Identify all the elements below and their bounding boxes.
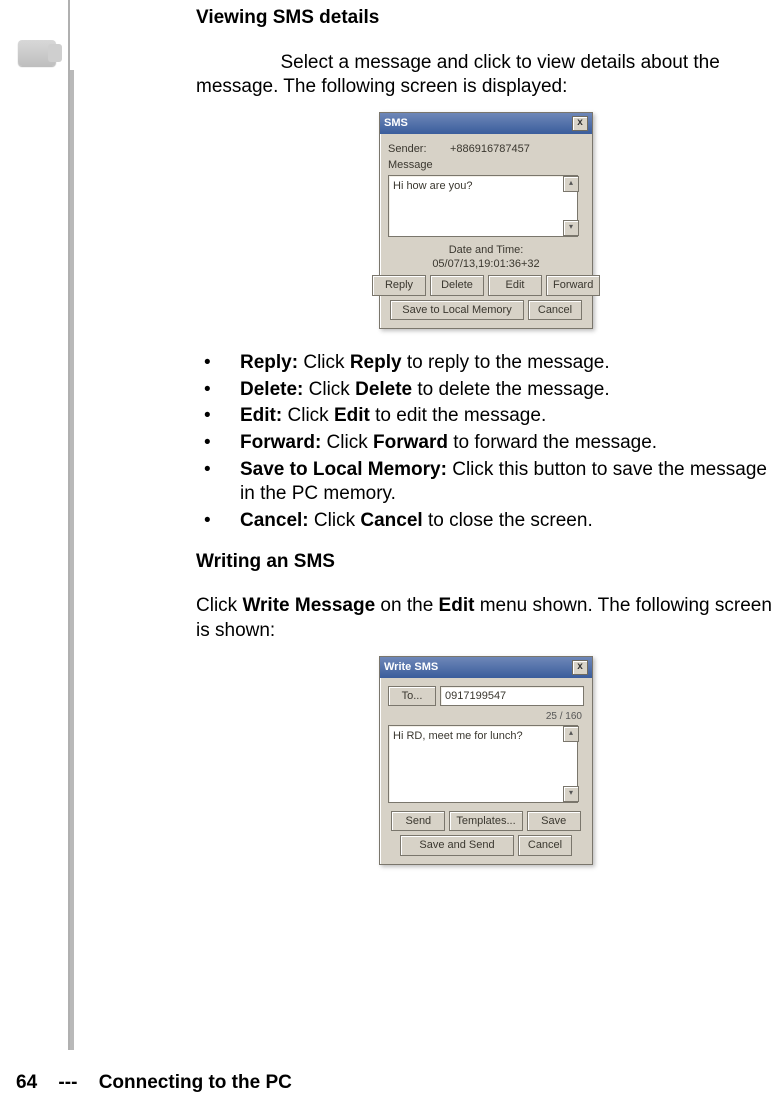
list-item-label: Cancel:	[240, 510, 309, 531]
reply-button[interactable]: Reply	[372, 275, 426, 295]
save-local-button[interactable]: Save to Local Memory	[390, 300, 524, 320]
bullet-icon: •	[204, 404, 211, 429]
write-sms-title: Write SMS	[384, 660, 438, 674]
page-left-margin	[0, 0, 70, 1050]
forward-button[interactable]: Forward	[546, 275, 600, 295]
page-gutter	[70, 0, 106, 1050]
heading-viewing-sms: Viewing SMS details	[196, 6, 776, 31]
message-label: Message	[388, 158, 450, 172]
list-item: •Cancel: Click Cancel to close the scree…	[196, 509, 776, 534]
cancel-button[interactable]: Cancel	[518, 835, 572, 855]
to-input[interactable]: 0917199547	[440, 686, 584, 706]
list-item-label: Delete:	[240, 379, 303, 400]
scroll-down-icon[interactable]: ▾	[563, 220, 579, 236]
list-item: •Save to Local Memory: Click this button…	[196, 458, 776, 507]
figure-write-sms: Write SMS x To... 0917199547 25 / 160 Hi…	[196, 650, 776, 879]
scroll-up-icon[interactable]: ▴	[563, 176, 579, 192]
chapter-title: Connecting to the PC	[99, 1072, 292, 1093]
message-text: Hi how are you?	[393, 180, 473, 192]
list-item: •Forward: Click Forward to forward the m…	[196, 431, 776, 456]
footer-separator: ---	[58, 1072, 77, 1094]
write-sms-titlebar: Write SMS x	[380, 657, 592, 678]
write-sms-window: Write SMS x To... 0917199547 25 / 160 Hi…	[379, 656, 593, 865]
sms-details-window: SMS x Sender: +886916787457 Message Hi h…	[379, 112, 593, 329]
page-number: 64	[16, 1072, 37, 1093]
bullet-icon: •	[204, 509, 211, 534]
heading-writing-sms: Writing an SMS	[196, 550, 776, 575]
sms-body-text: Hi RD, meet me for lunch?	[393, 730, 523, 742]
paragraph-viewing-intro-text: Select a message and click to view detai…	[196, 51, 776, 100]
list-item: •Reply: Click Reply to reply to the mess…	[196, 351, 776, 376]
list-item-label: Save to Local Memory:	[240, 459, 447, 480]
sms-details-titlebar: SMS x	[380, 113, 592, 134]
send-button[interactable]: Send	[391, 811, 445, 831]
close-icon[interactable]: x	[572, 116, 588, 131]
scroll-up-icon[interactable]: ▴	[563, 726, 579, 742]
datetime-label: Date and Time:	[388, 243, 584, 257]
message-textarea[interactable]: Hi how are you? ▴ ▾	[388, 175, 578, 237]
char-counter: 25 / 160	[388, 710, 582, 723]
bullet-icon: •	[204, 431, 211, 456]
close-icon[interactable]: x	[572, 660, 588, 675]
sms-actions-list: •Reply: Click Reply to reply to the mess…	[196, 351, 776, 534]
to-button[interactable]: To...	[388, 686, 436, 706]
sender-label: Sender:	[388, 142, 450, 156]
page-footer: 64 --- Connecting to the PC	[16, 1072, 292, 1094]
edit-button[interactable]: Edit	[488, 275, 542, 295]
list-item-label: Edit:	[240, 405, 282, 426]
save-button[interactable]: Save	[527, 811, 581, 831]
list-item-label: Reply:	[240, 352, 298, 373]
bullet-icon: •	[204, 351, 211, 376]
sms-details-title: SMS	[384, 116, 408, 130]
sms-body-textarea[interactable]: Hi RD, meet me for lunch? ▴ ▾	[388, 725, 578, 803]
bullet-icon: •	[204, 378, 211, 403]
section-icon	[18, 40, 56, 66]
paragraph-viewing-intro: Select a message and click to view detai…	[196, 51, 776, 100]
list-item: •Delete: Click Delete to delete the mess…	[196, 378, 776, 403]
save-and-send-button[interactable]: Save and Send	[400, 835, 514, 855]
scroll-down-icon[interactable]: ▾	[563, 786, 579, 802]
figure-sms-details: SMS x Sender: +886916787457 Message Hi h…	[196, 106, 776, 343]
sender-value: +886916787457	[450, 142, 530, 156]
list-item-label: Forward:	[240, 432, 321, 453]
page-content: Viewing SMS details Select a message and…	[106, 0, 776, 1050]
cancel-button[interactable]: Cancel	[528, 300, 582, 320]
list-item: •Edit: Click Edit to edit the message.	[196, 404, 776, 429]
datetime-value: 05/07/13,19:01:36+32	[388, 257, 584, 271]
paragraph-writing-intro: Click Write Message on the Edit menu sho…	[196, 594, 776, 643]
templates-button[interactable]: Templates...	[449, 811, 522, 831]
gutter-divider	[70, 70, 74, 1050]
bullet-icon: •	[204, 458, 211, 483]
delete-button[interactable]: Delete	[430, 275, 484, 295]
